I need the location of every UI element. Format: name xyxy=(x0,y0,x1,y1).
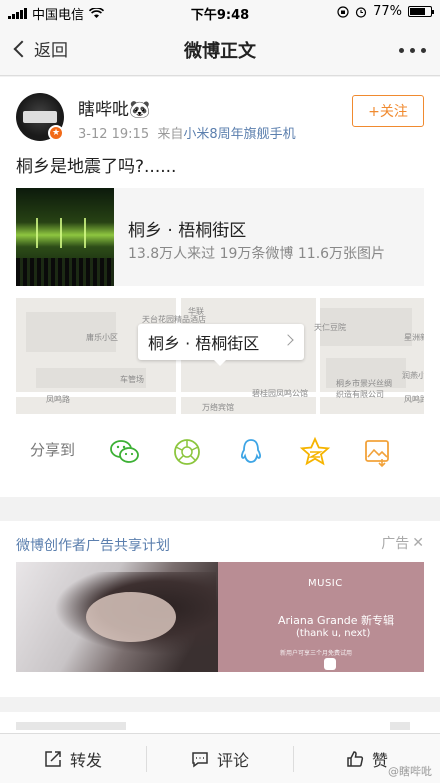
ad-fine-print: 新用户可享三个月免费试用 xyxy=(280,650,353,657)
status-right: 77% xyxy=(337,4,434,19)
map-label: 桐乡市景兴丝绸织造有限公司 xyxy=(336,379,392,399)
share-label: 分享到 xyxy=(30,441,76,459)
like-label: 赞 xyxy=(371,751,388,770)
repost-button[interactable]: 转发 xyxy=(0,734,146,783)
map-callout-label: 桐乡 · 梧桐街区 xyxy=(148,334,260,353)
post-source-link[interactable]: 小米8周年旗舰手机 xyxy=(183,127,295,142)
place-thumbnail xyxy=(16,188,114,286)
map-label: 车管场 xyxy=(120,375,144,384)
post-card: ★ 瞎哔吡🐼 3-12 19:15 来自小米8周年旗舰手机 +关注 桐乡是地震了… xyxy=(0,77,440,497)
thumbs-up-icon xyxy=(347,751,364,767)
crowd-silhouette xyxy=(16,258,114,286)
map-label: 润燕小区 xyxy=(402,371,424,380)
username[interactable]: 瞎哔吡🐼 xyxy=(78,95,150,120)
page-title: 微博正文 xyxy=(184,41,256,62)
map-label: 庸乐小区 xyxy=(86,333,118,342)
map-label: 万络宾馆 xyxy=(202,403,234,412)
map-label: 碧桂园凤鸣公馆 xyxy=(252,389,308,398)
post-text: 桐乡是地震了吗?...... xyxy=(16,157,177,177)
moments-icon[interactable] xyxy=(170,435,204,469)
qzone-icon[interactable] xyxy=(298,435,332,469)
place-card[interactable]: 桐乡 · 梧桐街区 13.8万人来过 19万条微博 11.6万张图片 xyxy=(16,188,424,286)
ad-photo xyxy=(16,562,218,672)
battery-icon xyxy=(408,6,434,17)
light-beam xyxy=(84,218,86,248)
source-prefix: 来自 xyxy=(157,127,184,142)
follow-button[interactable]: +关注 xyxy=(352,95,424,127)
close-icon: ✕ xyxy=(412,535,424,551)
nav-bar: 返回 微博正文 xyxy=(0,24,440,76)
chevron-right-icon xyxy=(282,334,294,346)
map-road xyxy=(316,298,320,414)
light-beam xyxy=(36,218,38,248)
ad-card[interactable]: 微博创作者广告共享计划 广告 ✕ MUSIC Ariana Grande 新专辑… xyxy=(0,521,440,697)
more-dot-icon xyxy=(399,48,404,53)
status-bar: 中国电信 下午9:48 77% xyxy=(0,0,440,24)
ad-dismiss[interactable]: 广告 ✕ xyxy=(381,533,424,553)
bottom-toolbar: 转发 评论 赞 @瞎哔吡 xyxy=(0,733,440,783)
map-label: 天仁豆院 xyxy=(314,323,346,332)
apple-music-logo: MUSIC xyxy=(308,578,343,589)
ad-artist: Ariana Grande 新专辑 xyxy=(278,614,395,627)
share-row: 分享到 xyxy=(0,427,440,477)
post-date: 3-12 19:15 xyxy=(78,127,150,142)
more-dot-icon xyxy=(421,48,426,53)
map-callout[interactable]: 桐乡 · 梧桐街区 xyxy=(138,324,304,366)
light-beam xyxy=(60,218,62,248)
map-label: 风鸣路 xyxy=(404,395,424,404)
map-label: 凤鸣路 xyxy=(46,395,70,404)
ad-banner[interactable]: MUSIC Ariana Grande 新专辑 (thank u, next) … xyxy=(16,562,424,672)
avatar-logo xyxy=(23,111,57,123)
comment-icon xyxy=(192,752,208,768)
wechat-icon[interactable] xyxy=(108,435,142,469)
place-name: 桐乡 · 梧桐街区 xyxy=(128,221,247,241)
album-icon[interactable] xyxy=(360,435,394,469)
ad-album: (thank u, next) xyxy=(296,628,371,639)
repost-icon xyxy=(45,751,61,767)
music-note-icon xyxy=(324,658,336,670)
location-map[interactable]: 天台花园精品酒店 庸乐小区 华联 天仁豆院 星洲新 车管场 凤鸣路 万络宾馆 碧… xyxy=(16,298,424,414)
more-dot-icon xyxy=(410,48,415,53)
music-brand: MUSIC xyxy=(308,578,343,589)
qq-icon[interactable] xyxy=(234,435,268,469)
watermark: @瞎哔吡 xyxy=(388,765,432,778)
repost-label: 转发 xyxy=(69,751,102,770)
map-label: 华联 xyxy=(188,307,204,316)
battery-percent: 77% xyxy=(373,4,402,19)
ad-photo-face xyxy=(86,592,176,642)
alarm-icon xyxy=(355,6,367,18)
comment-label: 评论 xyxy=(216,751,249,770)
next-section-placeholder xyxy=(390,722,410,730)
post-meta: 3-12 19:15 来自小米8周年旗舰手机 xyxy=(78,123,296,142)
comment-button[interactable]: 评论 xyxy=(147,734,293,783)
map-label: 星洲新 xyxy=(404,333,424,342)
rotation-lock-icon xyxy=(337,5,349,18)
next-section-placeholder xyxy=(16,722,126,730)
more-button[interactable] xyxy=(399,48,426,53)
ad-tag-label: 广告 xyxy=(381,536,410,552)
ad-title[interactable]: 微博创作者广告共享计划 xyxy=(16,535,170,555)
place-stats: 13.8万人来过 19万条微博 11.6万张图片 xyxy=(128,246,386,262)
verified-badge-icon: ★ xyxy=(48,125,64,141)
ad-text-panel: MUSIC Ariana Grande 新专辑 (thank u, next) … xyxy=(218,562,424,672)
